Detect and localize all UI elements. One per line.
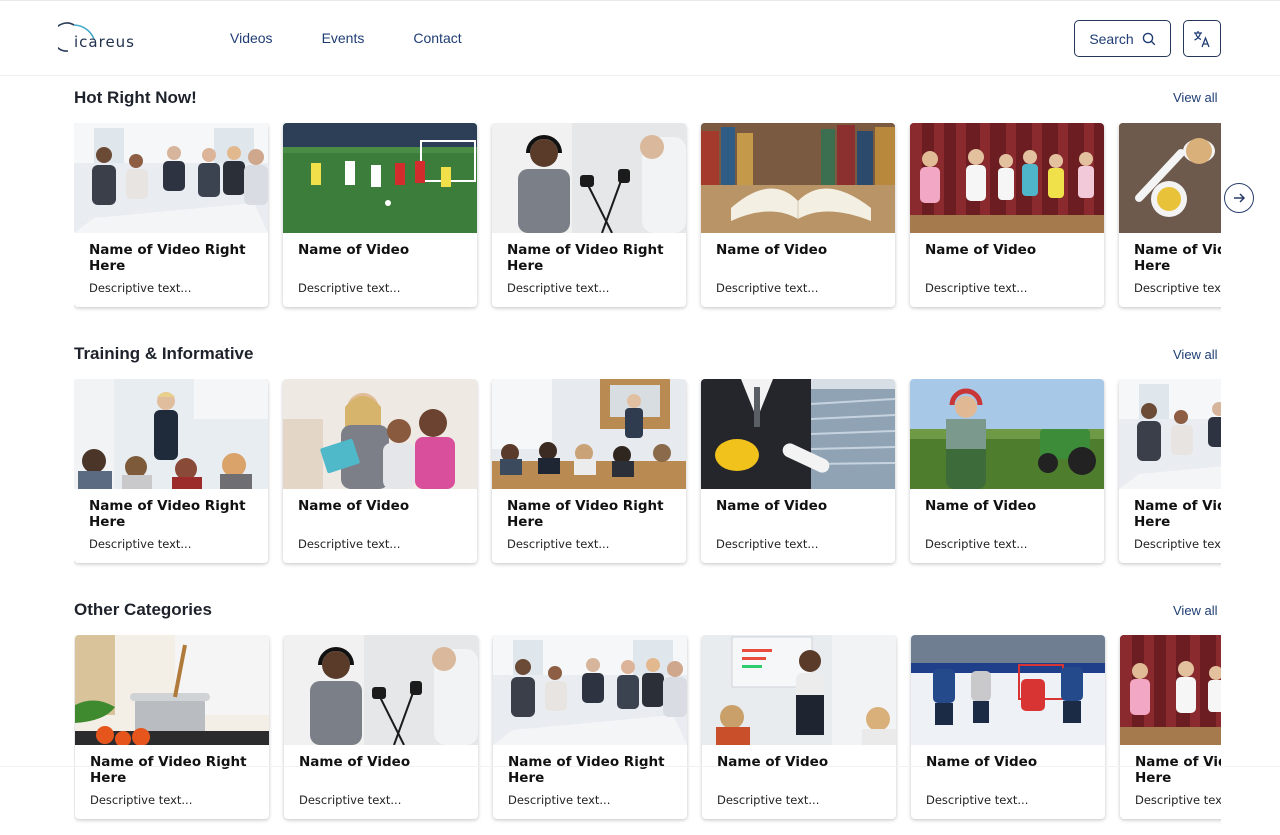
- site-header: icareus Videos Events Contact Search: [0, 0, 1280, 76]
- video-card[interactable]: Name of Video Descriptive text...: [910, 379, 1104, 563]
- video-thumbnail[interactable]: [493, 635, 687, 745]
- search-button-label: Search: [1089, 30, 1134, 47]
- video-title[interactable]: Name of Video: [298, 242, 468, 258]
- video-card[interactable]: Name of Video Descriptive text...: [701, 123, 895, 307]
- video-description: Descriptive text...: [1134, 537, 1221, 551]
- video-card[interactable]: Name of Video Right Here Descriptive text…: [1119, 379, 1221, 563]
- carousel-next-button[interactable]: [1224, 183, 1254, 213]
- language-button[interactable]: [1183, 20, 1221, 57]
- video-description: Descriptive text...: [298, 281, 401, 295]
- video-description: Descriptive text...: [89, 281, 192, 295]
- nav-link-videos[interactable]: Videos: [230, 30, 273, 46]
- video-title[interactable]: Name of Video: [925, 498, 1095, 514]
- view-all-link-other[interactable]: View all: [1173, 603, 1218, 618]
- icareus-logo[interactable]: icareus: [52, 19, 138, 55]
- video-title[interactable]: Name of Video Right Here: [1134, 242, 1221, 274]
- video-description: Descriptive text...: [716, 537, 819, 551]
- video-description: Descriptive text...: [925, 281, 1028, 295]
- video-thumbnail[interactable]: [283, 123, 477, 233]
- video-title[interactable]: Name of Video: [716, 498, 886, 514]
- video-description: Descriptive text...: [925, 537, 1028, 551]
- view-all-link-hot[interactable]: View all: [1173, 90, 1218, 105]
- section-title-hot: Hot Right Now!: [74, 88, 197, 107]
- video-thumbnail[interactable]: [1119, 123, 1221, 233]
- video-card[interactable]: Name of Video Right Here Descriptive text…: [1119, 123, 1221, 307]
- video-title[interactable]: Name of Video: [298, 498, 468, 514]
- video-title[interactable]: Name of Video Right Here: [89, 498, 259, 530]
- video-card[interactable]: Name of Video Descriptive text...: [283, 123, 477, 307]
- search-icon: [1142, 32, 1155, 45]
- video-thumbnail[interactable]: [1120, 635, 1221, 745]
- main-nav: Videos Events Contact: [230, 30, 462, 46]
- video-thumbnail[interactable]: [1119, 379, 1221, 489]
- video-card[interactable]: Name of Video Descriptive text...: [910, 123, 1104, 307]
- video-description: Descriptive text...: [716, 281, 819, 295]
- search-button[interactable]: Search: [1074, 20, 1171, 57]
- video-thumbnail[interactable]: [74, 379, 268, 489]
- video-card[interactable]: Name of Video Right Here Descriptive text…: [492, 123, 686, 307]
- view-all-link-training[interactable]: View all: [1173, 347, 1218, 362]
- video-thumbnail[interactable]: [911, 635, 1105, 745]
- video-description: Descriptive text...: [89, 537, 192, 551]
- bottom-edge: [0, 766, 1280, 833]
- nav-link-contact[interactable]: Contact: [413, 30, 461, 46]
- video-description: Descriptive text...: [298, 537, 401, 551]
- video-card[interactable]: Name of Video Descriptive text...: [701, 379, 895, 563]
- video-thumbnail[interactable]: [701, 379, 895, 489]
- video-thumbnail[interactable]: [283, 379, 477, 489]
- video-row-hot: Name of Video Right Here Descriptive text…: [74, 123, 1221, 323]
- video-card[interactable]: Name of Video Right Here Descriptive text…: [74, 379, 268, 563]
- video-thumbnail[interactable]: [284, 635, 478, 745]
- video-title[interactable]: Name of Video Right Here: [507, 498, 677, 530]
- video-thumbnail[interactable]: [74, 123, 268, 233]
- video-title[interactable]: Name of Video Right Here: [89, 242, 259, 274]
- video-thumbnail[interactable]: [75, 635, 269, 745]
- video-description: Descriptive text...: [1134, 281, 1221, 295]
- video-card[interactable]: Name of Video Right Here Descriptive text…: [74, 123, 268, 307]
- video-title[interactable]: Name of Video: [925, 242, 1095, 258]
- video-title[interactable]: Name of Video Right Here: [507, 242, 677, 274]
- video-thumbnail[interactable]: [910, 379, 1104, 489]
- nav-link-events[interactable]: Events: [322, 30, 365, 46]
- video-thumbnail[interactable]: [910, 123, 1104, 233]
- arrow-right-circle-icon: [1234, 193, 1246, 203]
- logo-text: icareus: [74, 33, 135, 51]
- video-thumbnail[interactable]: [492, 379, 686, 489]
- video-thumbnail[interactable]: [702, 635, 896, 745]
- video-thumbnail[interactable]: [701, 123, 895, 233]
- translate-icon: [1194, 30, 1210, 47]
- video-card[interactable]: Name of Video Right Here Descriptive text…: [492, 379, 686, 563]
- video-card[interactable]: Name of Video Descriptive text...: [283, 379, 477, 563]
- section-title-other: Other Categories: [74, 600, 212, 619]
- video-title[interactable]: Name of Video Right Here: [1134, 498, 1221, 530]
- video-description: Descriptive text...: [507, 537, 610, 551]
- video-row-training: Name of Video Right Here Descriptive text…: [74, 379, 1221, 579]
- section-title-training: Training & Informative: [74, 344, 254, 363]
- video-description: Descriptive text...: [507, 281, 610, 295]
- video-thumbnail[interactable]: [492, 123, 686, 233]
- video-title[interactable]: Name of Video: [716, 242, 886, 258]
